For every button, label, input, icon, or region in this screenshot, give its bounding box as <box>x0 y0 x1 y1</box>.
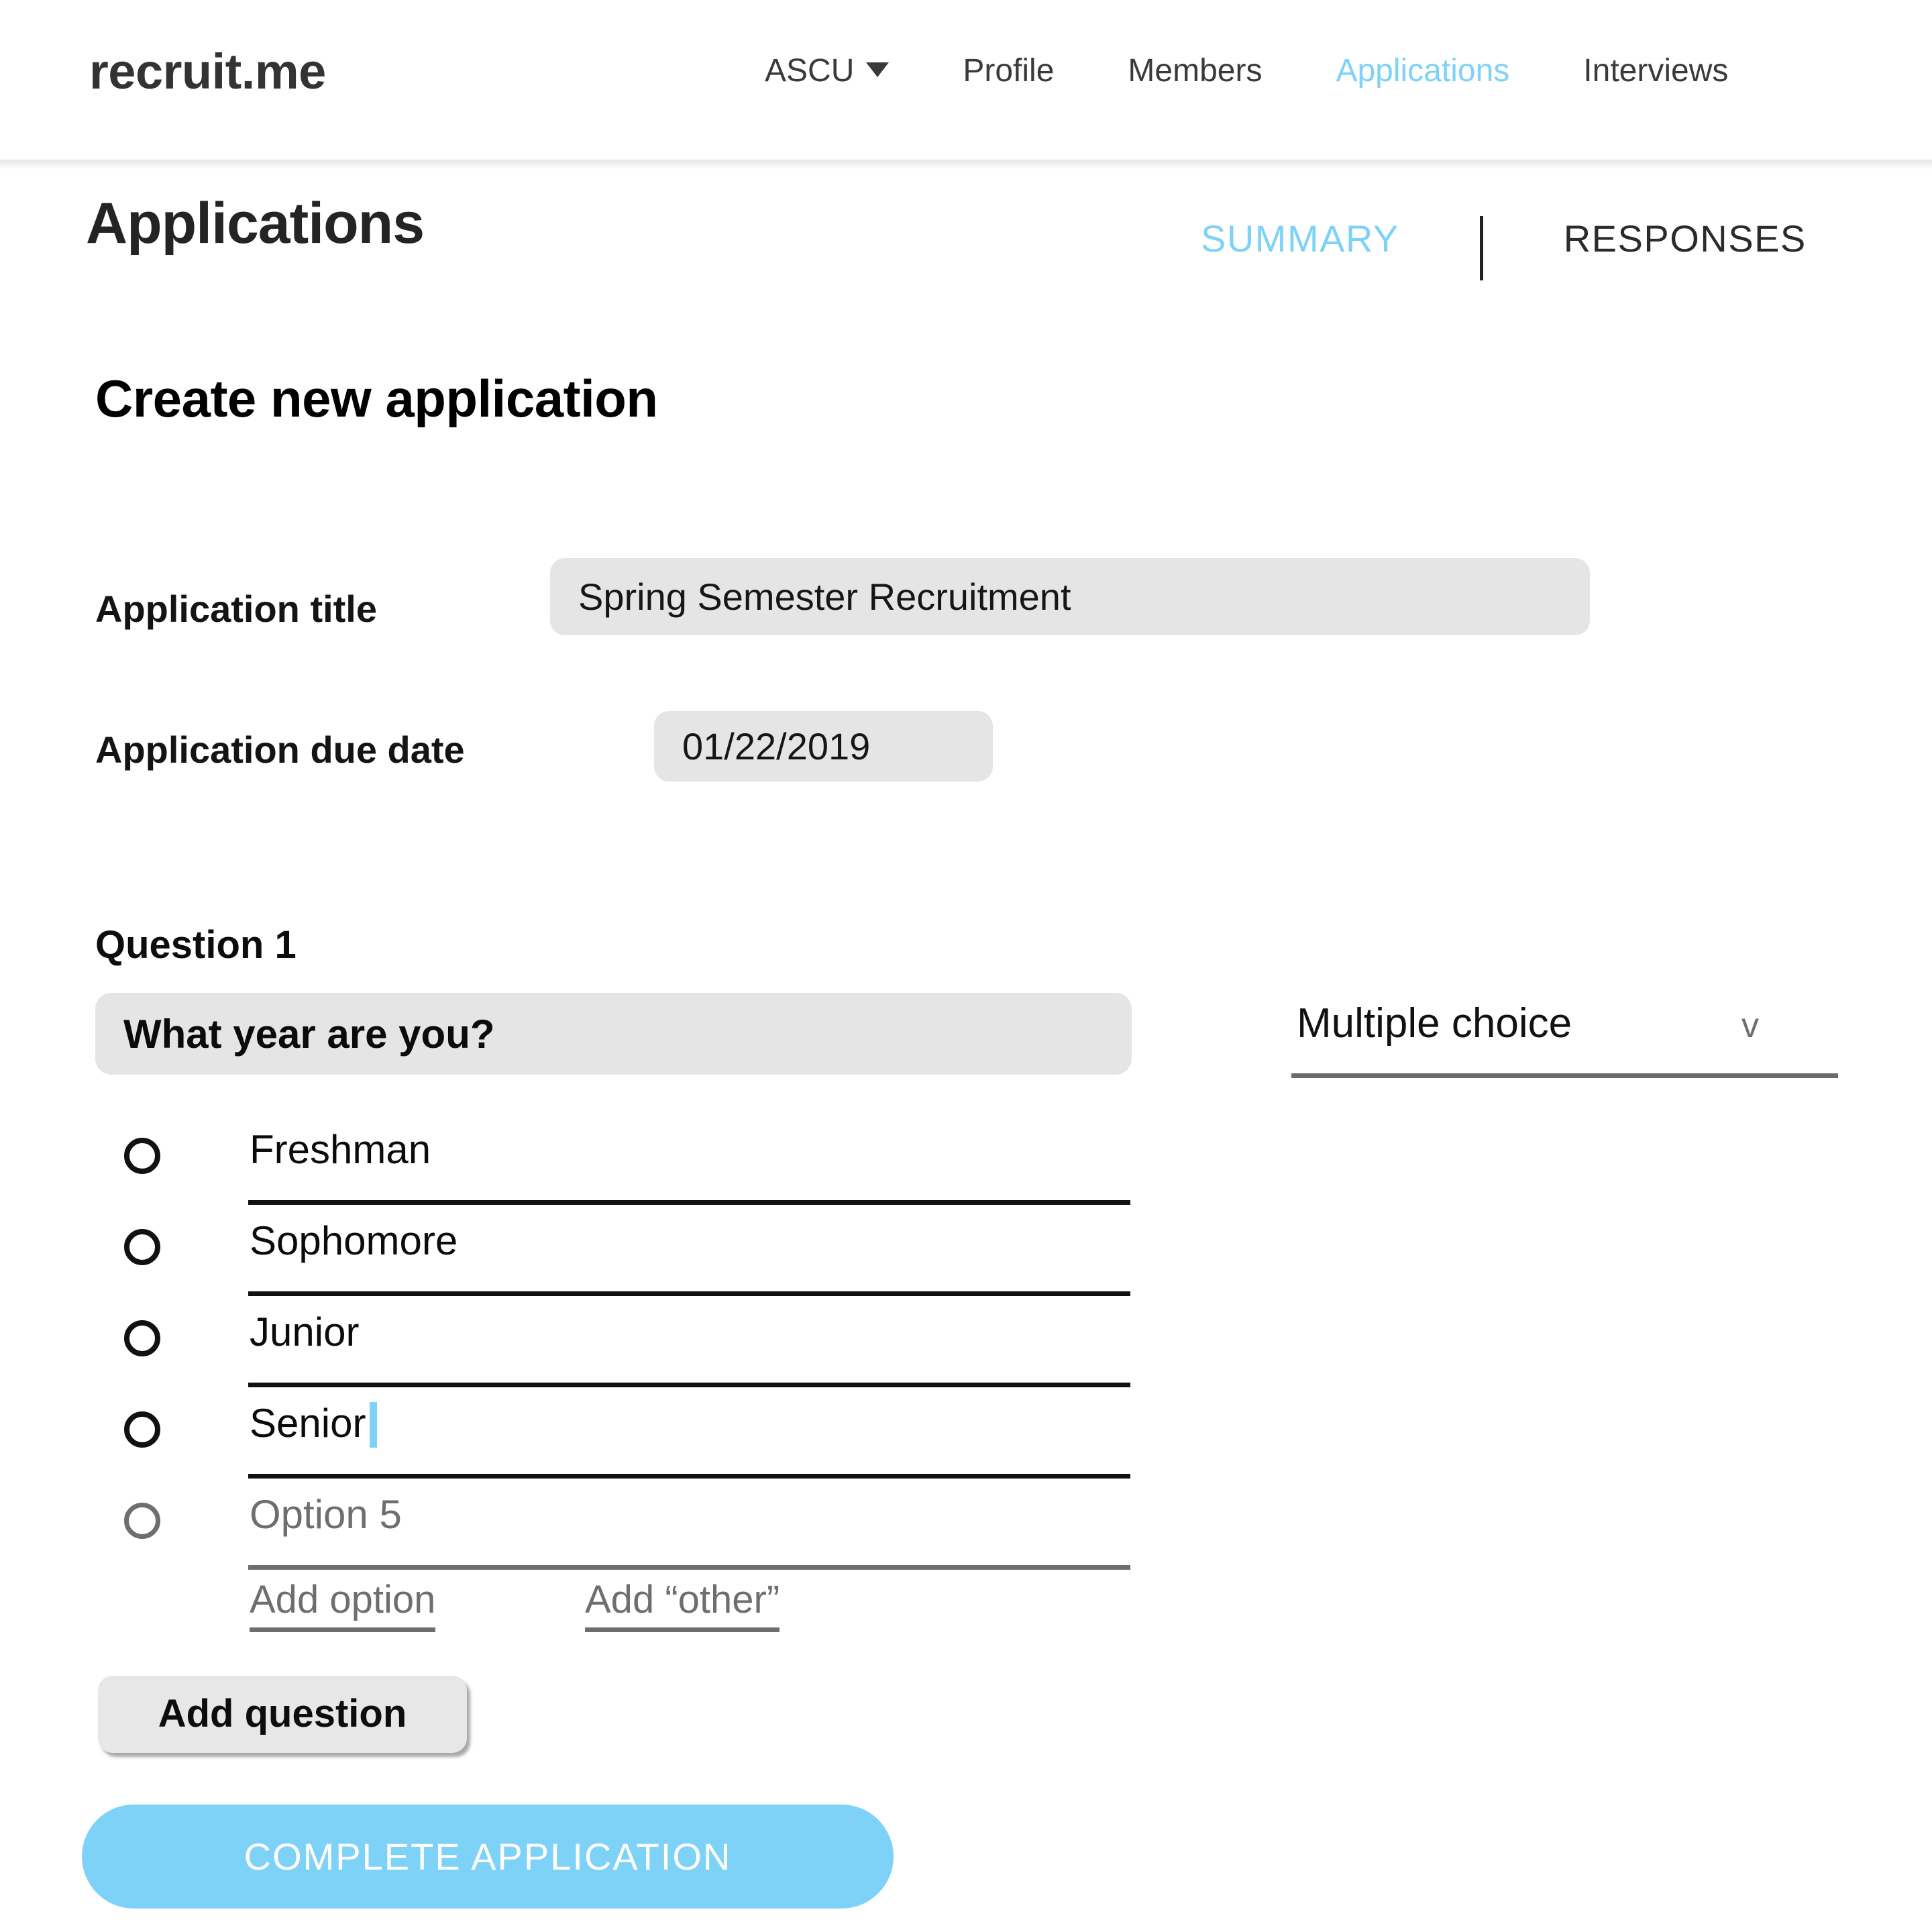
option-input-text: Senior <box>250 1401 366 1446</box>
page-header: Applications SUMMARY RESPONSES <box>0 195 1932 282</box>
application-title-input[interactable]: Spring Semester Recruitment <box>550 558 1590 635</box>
add-other-link[interactable]: Add “other” <box>585 1580 780 1632</box>
tab-divider <box>1479 216 1483 280</box>
radio-icon[interactable] <box>124 1411 160 1448</box>
text-cursor-icon <box>370 1402 378 1448</box>
question-text-input[interactable]: What year are you? <box>95 993 1132 1075</box>
option-row: Freshman <box>0 1127 1932 1212</box>
chevron-down-icon: v <box>1741 1006 1759 1045</box>
question-type-select[interactable]: Multiple choice v <box>1291 1003 1838 1078</box>
nav-item-interviews[interactable]: Interviews <box>1583 55 1728 87</box>
nav-item-profile[interactable]: Profile <box>963 55 1054 87</box>
brand-logo[interactable]: recruit.me <box>89 47 326 97</box>
page-title: Applications <box>86 191 425 256</box>
radio-icon[interactable] <box>124 1503 160 1539</box>
create-application-heading: Create new application <box>95 369 658 428</box>
option-input-focused[interactable]: Senior <box>248 1397 1130 1479</box>
option-row: Sophomore <box>0 1218 1932 1303</box>
tab-summary[interactable]: SUMMARY <box>1201 220 1399 258</box>
nav-item-members[interactable]: Members <box>1128 55 1262 87</box>
top-navigation-bar: recruit.me ASCU Profile Members Applicat… <box>0 0 1932 169</box>
complete-application-button[interactable]: COMPLETE APPLICATION <box>82 1805 894 1909</box>
option-row-placeholder: Option 5 <box>0 1492 1932 1576</box>
application-title-label: Application title <box>95 588 377 630</box>
radio-icon[interactable] <box>124 1138 160 1174</box>
option-row: Senior <box>0 1401 1932 1485</box>
nav-item-org-switcher[interactable]: ASCU <box>765 53 890 89</box>
radio-icon[interactable] <box>124 1320 160 1356</box>
radio-icon[interactable] <box>124 1229 160 1265</box>
option-input[interactable]: Junior <box>248 1305 1130 1387</box>
option-input[interactable]: Freshman <box>248 1123 1130 1205</box>
application-due-date-label: Application due date <box>95 729 465 771</box>
option-row: Junior <box>0 1309 1932 1394</box>
tab-responses[interactable]: RESPONSES <box>1564 220 1807 258</box>
option-input-placeholder[interactable]: Option 5 <box>248 1488 1130 1570</box>
question-number-label: Question 1 <box>95 923 297 967</box>
application-due-date-input[interactable]: 01/22/2019 <box>654 711 993 782</box>
option-input[interactable]: Sophomore <box>248 1214 1130 1296</box>
question-type-value: Multiple choice <box>1297 1000 1572 1046</box>
add-option-link[interactable]: Add option <box>250 1580 436 1632</box>
add-question-button[interactable]: Add question <box>98 1676 467 1753</box>
view-tabs: SUMMARY RESPONSES <box>1201 207 1807 280</box>
caret-down-icon <box>866 62 890 77</box>
nav-item-applications[interactable]: Applications <box>1336 55 1509 87</box>
primary-nav: ASCU Profile Members Applications Interv… <box>765 55 1728 87</box>
org-switcher-label: ASCU <box>765 53 855 89</box>
